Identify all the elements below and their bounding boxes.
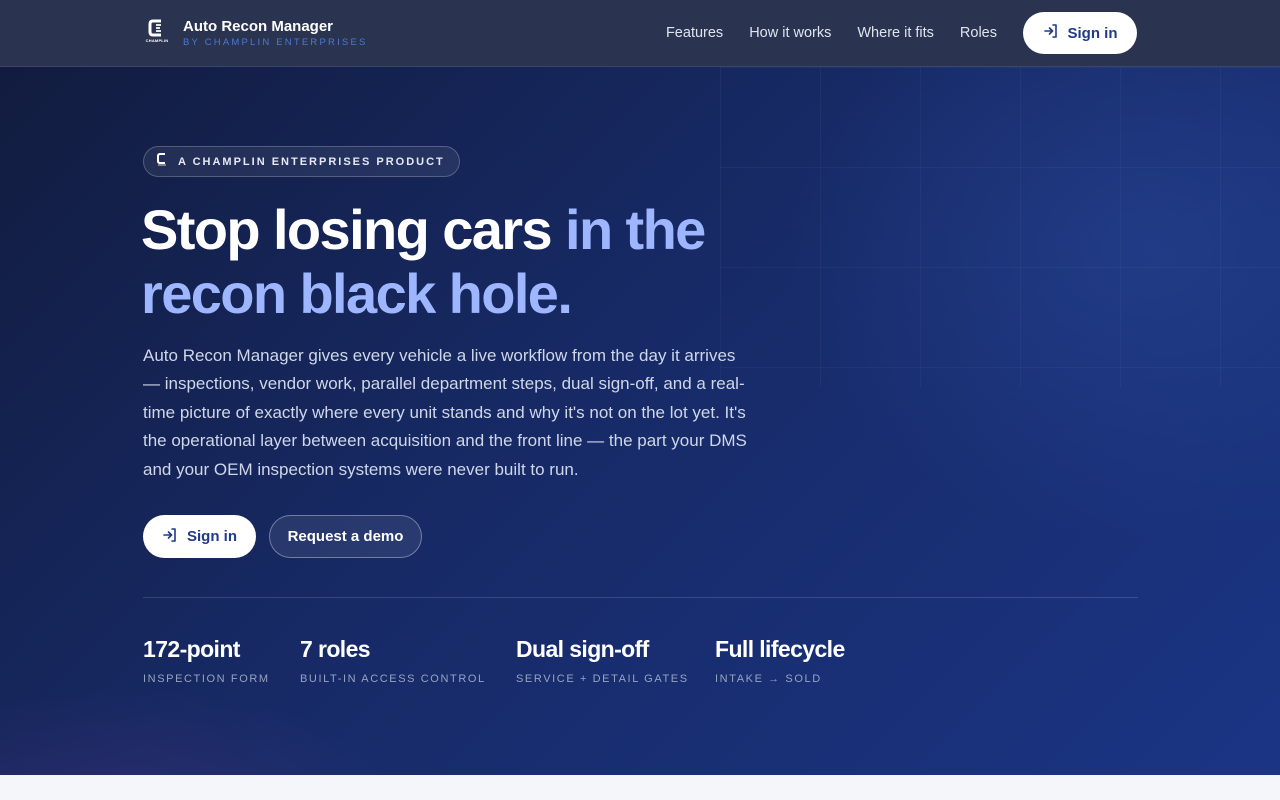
- nav-link-where-it-fits[interactable]: Where it fits: [857, 25, 934, 41]
- stat-label: INTAKE → SOLD: [715, 673, 822, 685]
- hero-sign-in-button[interactable]: Sign in: [143, 515, 256, 558]
- stat-value: Dual sign-off: [516, 636, 649, 662]
- nav-link-roles[interactable]: Roles: [960, 25, 997, 41]
- main-nav: Features How it works Where it fits Role…: [666, 12, 1137, 54]
- next-section-edge: [0, 775, 1280, 800]
- header-sign-in-label: Sign in: [1067, 24, 1118, 42]
- request-demo-button[interactable]: Request a demo: [269, 515, 422, 558]
- stat-item: 172-point INSPECTION FORM: [143, 635, 300, 685]
- sign-in-icon: [1043, 23, 1059, 43]
- stat-label: SERVICE + DETAIL GATES: [516, 673, 689, 685]
- headline-plain: Stop losing cars: [141, 198, 565, 261]
- logo-caption: CHAMPLIN: [145, 38, 169, 43]
- stat-item: Dual sign-off SERVICE + DETAIL GATES: [516, 635, 715, 685]
- stat-value: Full lifecycle: [715, 636, 845, 662]
- header-sign-in-button[interactable]: Sign in: [1023, 12, 1137, 54]
- stat-item: 7 roles BUILT-IN ACCESS CONTROL: [300, 635, 516, 685]
- stat-label: BUILT-IN ACCESS CONTROL: [300, 673, 486, 685]
- site-header: CHAMPLIN Auto Recon Manager BY CHAMPLIN …: [0, 0, 1280, 67]
- eyebrow-text: A CHAMPLIN ENTERPRISES PRODUCT: [178, 155, 445, 168]
- nav-link-features[interactable]: Features: [666, 25, 723, 41]
- request-demo-label: Request a demo: [287, 528, 404, 545]
- hero-headline: Stop losing cars in the recon black hole…: [141, 198, 781, 326]
- hero-sign-in-label: Sign in: [187, 528, 237, 545]
- hero-lead-paragraph: Auto Recon Manager gives every vehicle a…: [143, 346, 747, 479]
- stats-divider: [143, 597, 1138, 598]
- champlin-logo-icon: CHAMPLIN: [143, 18, 171, 48]
- stat-value: 7 roles: [300, 636, 371, 662]
- hero-section: A CHAMPLIN ENTERPRISES PRODUCT Stop losi…: [0, 67, 1280, 775]
- stat-item: Full lifecycle INTAKE → SOLD: [715, 635, 915, 685]
- stat-label: INSPECTION FORM: [143, 673, 270, 685]
- brand-subtitle: BY CHAMPLIN ENTERPRISES: [183, 36, 368, 48]
- brand-text: Auto Recon Manager BY CHAMPLIN ENTERPRIS…: [183, 18, 368, 49]
- stats-row: 172-point INSPECTION FORM 7 roles BUILT-…: [143, 635, 915, 685]
- champlin-mini-logo-icon: [156, 152, 168, 171]
- cta-row: Sign in Request a demo: [143, 515, 422, 558]
- stat-value: 172-point: [143, 636, 240, 662]
- product-eyebrow-badge: A CHAMPLIN ENTERPRISES PRODUCT: [143, 146, 460, 177]
- nav-link-how-it-works[interactable]: How it works: [749, 25, 831, 41]
- brand-name: Auto Recon Manager: [183, 17, 334, 35]
- brand[interactable]: CHAMPLIN Auto Recon Manager BY CHAMPLIN …: [143, 18, 368, 49]
- decorative-grid: [720, 67, 1280, 387]
- sign-in-icon: [162, 527, 178, 547]
